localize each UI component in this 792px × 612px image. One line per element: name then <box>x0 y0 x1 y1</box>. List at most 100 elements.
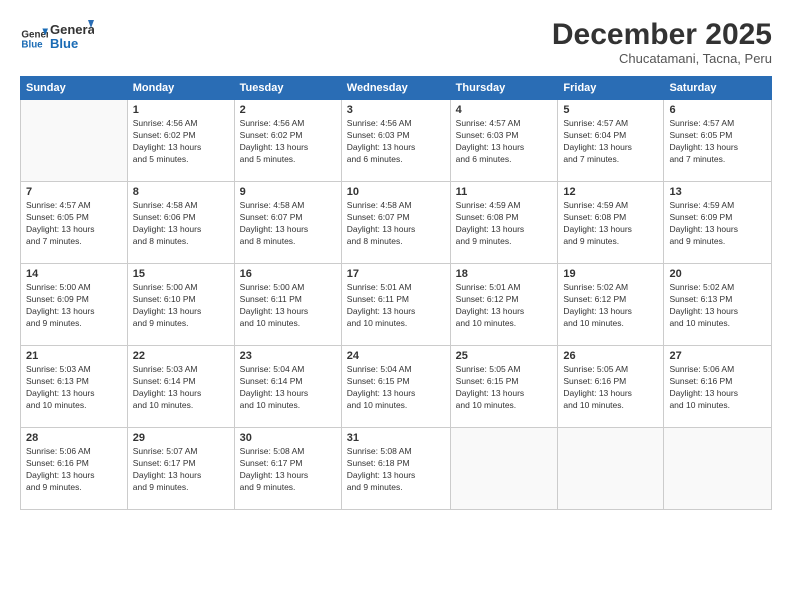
day-info: Sunrise: 5:00 AMSunset: 6:11 PMDaylight:… <box>240 282 336 330</box>
day-cell: 15Sunrise: 5:00 AMSunset: 6:10 PMDayligh… <box>127 264 234 346</box>
day-info: Sunrise: 4:58 AMSunset: 6:07 PMDaylight:… <box>347 200 445 248</box>
day-info: Sunrise: 4:57 AMSunset: 6:05 PMDaylight:… <box>26 200 122 248</box>
day-number: 4 <box>456 104 553 116</box>
day-cell: 8Sunrise: 4:58 AMSunset: 6:06 PMDaylight… <box>127 182 234 264</box>
day-cell: 17 Sunrise: 5:01 AMSunset: 6:11 PMDayligh… <box>341 264 450 346</box>
day-info: Sunrise: 4:57 AMSunset: 6:03 PMDaylight:… <box>456 118 553 166</box>
col-friday: Friday <box>558 77 664 100</box>
day-number: 24 <box>347 350 445 362</box>
day-info: Sunrise: 5:03 AMSunset: 6:13 PMDaylight:… <box>26 364 122 412</box>
day-number: 22 <box>133 350 229 362</box>
day-number: 17 <box>347 268 445 280</box>
col-saturday: Saturday <box>664 77 772 100</box>
svg-text:Blue: Blue <box>50 36 78 51</box>
day-number: 28 <box>26 432 122 444</box>
calendar-subtitle: Chucatamani, Tacna, Peru <box>552 51 772 66</box>
day-cell: 23 Sunrise: 5:04 AMSunset: 6:14 PMDayligh… <box>234 346 341 428</box>
day-info: Sunrise: 5:05 AMSunset: 6:15 PMDaylight:… <box>456 364 553 412</box>
day-info: Sunrise: 4:59 AMSunset: 6:09 PMDaylight:… <box>669 200 766 248</box>
day-cell: 7 Sunrise: 4:57 AMSunset: 6:05 PMDaylight… <box>21 182 128 264</box>
logo-icon: General Blue <box>20 25 48 53</box>
day-cell: 12 Sunrise: 4:59 AMSunset: 6:08 PMDayligh… <box>558 182 664 264</box>
calendar-table: Sunday Monday Tuesday Wednesday Thursday… <box>20 76 772 510</box>
day-info: Sunrise: 5:02 AMSunset: 6:12 PMDaylight:… <box>563 282 658 330</box>
day-cell: 25 Sunrise: 5:05 AMSunset: 6:15 PMDayligh… <box>450 346 558 428</box>
day-number: 18 <box>456 268 553 280</box>
day-cell: 19 Sunrise: 5:02 AMSunset: 6:12 PMDayligh… <box>558 264 664 346</box>
day-cell: 14Sunrise: 5:00 AMSunset: 6:09 PMDayligh… <box>21 264 128 346</box>
week-row-4: 28 Sunrise: 5:06 AMSunset: 6:16 PMDayligh… <box>21 428 772 510</box>
col-tuesday: Tuesday <box>234 77 341 100</box>
day-cell: 31Sunrise: 5:08 AMSunset: 6:18 PMDayligh… <box>341 428 450 510</box>
day-number: 26 <box>563 350 658 362</box>
week-row-0: 1 Sunrise: 4:56 AMSunset: 6:02 PMDaylight… <box>21 100 772 182</box>
day-cell: 20Sunrise: 5:02 AMSunset: 6:13 PMDayligh… <box>664 264 772 346</box>
day-cell <box>664 428 772 510</box>
day-cell: 27 Sunrise: 5:06 AMSunset: 6:16 PMDayligh… <box>664 346 772 428</box>
day-number: 3 <box>347 104 445 116</box>
day-number: 23 <box>240 350 336 362</box>
col-wednesday: Wednesday <box>341 77 450 100</box>
day-number: 9 <box>240 186 336 198</box>
day-cell: 3 Sunrise: 4:56 AMSunset: 6:03 PMDaylight… <box>341 100 450 182</box>
day-info: Sunrise: 4:56 AMSunset: 6:02 PMDaylight:… <box>133 118 229 166</box>
day-number: 21 <box>26 350 122 362</box>
day-info: Sunrise: 5:05 AMSunset: 6:16 PMDaylight:… <box>563 364 658 412</box>
day-cell: 5Sunrise: 4:57 AMSunset: 6:04 PMDaylight… <box>558 100 664 182</box>
svg-text:General: General <box>50 22 94 37</box>
day-number: 1 <box>133 104 229 116</box>
day-cell: 18Sunrise: 5:01 AMSunset: 6:12 PMDayligh… <box>450 264 558 346</box>
day-cell: 11Sunrise: 4:59 AMSunset: 6:08 PMDayligh… <box>450 182 558 264</box>
day-number: 27 <box>669 350 766 362</box>
day-cell <box>558 428 664 510</box>
header: General Blue General Blue December 2025 … <box>20 18 772 66</box>
day-info: Sunrise: 5:01 AMSunset: 6:11 PMDaylight:… <box>347 282 445 330</box>
day-number: 29 <box>133 432 229 444</box>
page: General Blue General Blue December 2025 … <box>0 0 792 612</box>
day-number: 31 <box>347 432 445 444</box>
day-number: 30 <box>240 432 336 444</box>
day-cell: 24 Sunrise: 5:04 AMSunset: 6:15 PMDayligh… <box>341 346 450 428</box>
day-number: 12 <box>563 186 658 198</box>
day-number: 5 <box>563 104 658 116</box>
day-info: Sunrise: 5:03 AMSunset: 6:14 PMDaylight:… <box>133 364 229 412</box>
day-info: Sunrise: 5:02 AMSunset: 6:13 PMDaylight:… <box>669 282 766 330</box>
day-number: 13 <box>669 186 766 198</box>
day-number: 8 <box>133 186 229 198</box>
col-sunday: Sunday <box>21 77 128 100</box>
day-info: Sunrise: 5:06 AMSunset: 6:16 PMDaylight:… <box>26 446 122 494</box>
day-cell: 22 Sunrise: 5:03 AMSunset: 6:14 PMDayligh… <box>127 346 234 428</box>
day-info: Sunrise: 4:56 AMSunset: 6:03 PMDaylight:… <box>347 118 445 166</box>
calendar-body: 1 Sunrise: 4:56 AMSunset: 6:02 PMDaylight… <box>21 100 772 510</box>
title-section: December 2025 Chucatamani, Tacna, Peru <box>552 18 772 66</box>
day-cell: 6Sunrise: 4:57 AMSunset: 6:05 PMDaylight… <box>664 100 772 182</box>
day-info: Sunrise: 5:04 AMSunset: 6:15 PMDaylight:… <box>347 364 445 412</box>
day-cell: 21 Sunrise: 5:03 AMSunset: 6:13 PMDayligh… <box>21 346 128 428</box>
day-cell: 4 Sunrise: 4:57 AMSunset: 6:03 PMDaylight… <box>450 100 558 182</box>
day-info: Sunrise: 4:57 AMSunset: 6:05 PMDaylight:… <box>669 118 766 166</box>
day-number: 25 <box>456 350 553 362</box>
day-cell: 29 Sunrise: 5:07 AMSunset: 6:17 PMDayligh… <box>127 428 234 510</box>
day-info: Sunrise: 4:59 AMSunset: 6:08 PMDaylight:… <box>563 200 658 248</box>
day-info: Sunrise: 5:06 AMSunset: 6:16 PMDaylight:… <box>669 364 766 412</box>
day-info: Sunrise: 4:59 AMSunset: 6:08 PMDaylight:… <box>456 200 553 248</box>
day-cell: 16Sunrise: 5:00 AMSunset: 6:11 PMDayligh… <box>234 264 341 346</box>
day-cell <box>21 100 128 182</box>
day-info: Sunrise: 5:08 AMSunset: 6:17 PMDaylight:… <box>240 446 336 494</box>
week-row-3: 21 Sunrise: 5:03 AMSunset: 6:13 PMDayligh… <box>21 346 772 428</box>
day-cell: 1 Sunrise: 4:56 AMSunset: 6:02 PMDaylight… <box>127 100 234 182</box>
day-number: 10 <box>347 186 445 198</box>
day-cell: 26 Sunrise: 5:05 AMSunset: 6:16 PMDayligh… <box>558 346 664 428</box>
day-number: 19 <box>563 268 658 280</box>
day-number: 14 <box>26 268 122 280</box>
day-info: Sunrise: 5:04 AMSunset: 6:14 PMDaylight:… <box>240 364 336 412</box>
logo-graphic: General Blue <box>50 18 94 54</box>
day-info: Sunrise: 5:07 AMSunset: 6:17 PMDaylight:… <box>133 446 229 494</box>
day-cell <box>450 428 558 510</box>
day-cell: 9Sunrise: 4:58 AMSunset: 6:07 PMDaylight… <box>234 182 341 264</box>
day-number: 7 <box>26 186 122 198</box>
calendar-title: December 2025 <box>552 18 772 51</box>
day-cell: 28 Sunrise: 5:06 AMSunset: 6:16 PMDayligh… <box>21 428 128 510</box>
day-info: Sunrise: 5:00 AMSunset: 6:10 PMDaylight:… <box>133 282 229 330</box>
header-row: Sunday Monday Tuesday Wednesday Thursday… <box>21 77 772 100</box>
